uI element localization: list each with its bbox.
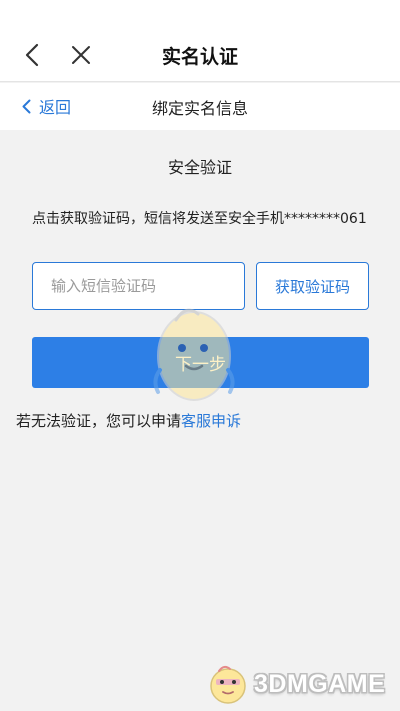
watermark-text: 3DMGAME [254,669,386,698]
sub-page-title: 绑定实名信息 [151,99,248,118]
help-prefix: 若无法验证，您可以申请 [16,412,182,430]
customer-appeal-link[interactable]: 客服申诉 [181,412,241,430]
next-step-button[interactable]: 下一步 [32,337,369,388]
mascot-logo-icon [210,665,246,704]
sms-code-input[interactable] [32,262,245,310]
get-code-button[interactable]: 获取验证码 [256,262,369,310]
help-text: 若无法验证，您可以申请客服申诉 [16,410,241,431]
top-navigation-bar: 实名认证 [0,0,400,82]
sub-navigation-bar: 返回 绑定实名信息 [0,83,400,130]
sms-notice-text: 点击获取验证码，短信将发送至安全手机********061 [32,211,367,227]
watermark-logo: 3DMGAME [206,662,385,706]
page-title: 实名认证 [161,46,238,68]
section-title: 安全验证 [167,158,232,177]
